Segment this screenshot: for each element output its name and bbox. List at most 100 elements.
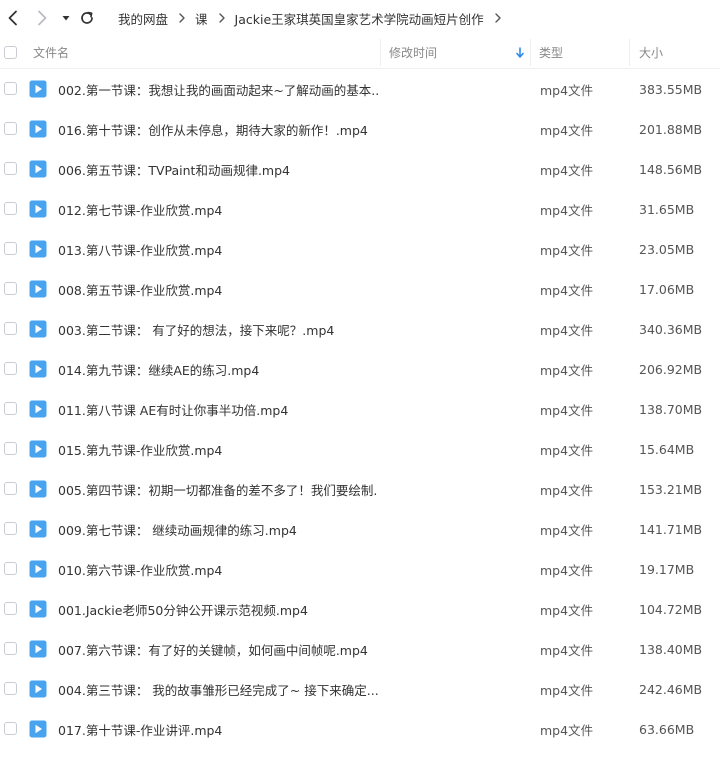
file-row[interactable]: 012.第七节课-作业欣赏.mp4 mp4文件 31.65MB	[0, 189, 720, 229]
column-header-modified[interactable]: 修改时间	[389, 36, 437, 69]
file-row[interactable]: 011.第八节课 AE有时让你事半功倍.mp4 mp4文件 138.70MB	[0, 389, 720, 429]
column-header-size[interactable]: 大小	[639, 36, 663, 69]
file-size: 17.06MB	[639, 281, 695, 297]
file-row[interactable]: 015.第九节课-作业欣赏.mp4 mp4文件 15.64MB	[0, 429, 720, 469]
file-row-checkbox[interactable]	[4, 202, 17, 215]
file-type: mp4文件	[540, 362, 594, 378]
file-type: mp4文件	[540, 162, 594, 178]
file-name[interactable]: 014.第九节课：继续AE的练习.mp4	[58, 349, 378, 389]
file-type: mp4文件	[540, 562, 594, 578]
file-size: 19.17MB	[639, 561, 695, 577]
file-name[interactable]: 001.Jackie老师50分钟公开课示范视频.mp4	[58, 589, 378, 629]
breadcrumb-item-folder[interactable]: 课	[195, 9, 208, 28]
file-size: 153.21MB	[639, 481, 703, 497]
file-type: mp4文件	[540, 322, 594, 338]
column-header-type[interactable]: 类型	[539, 36, 563, 69]
caret-down-icon	[62, 16, 70, 21]
file-size: 148.56MB	[639, 161, 703, 177]
file-name[interactable]: 009.第七节课： 继续动画规律的练习.mp4	[58, 509, 378, 549]
file-name[interactable]: 013.第八节课-作业欣赏.mp4	[58, 229, 378, 269]
file-row-checkbox[interactable]	[4, 362, 17, 375]
file-name[interactable]: 004.第三节课： 我的故事雏形已经完成了~ 接下来确定...	[58, 669, 378, 709]
file-type: mp4文件	[540, 242, 594, 258]
file-row[interactable]: 013.第八节课-作业欣赏.mp4 mp4文件 23.05MB	[0, 229, 720, 269]
refresh-icon	[81, 11, 93, 24]
file-row[interactable]: 003.第二节课： 有了好的想法，接下来呢？.mp4 mp4文件 340.36M…	[0, 309, 720, 349]
breadcrumb-item-root[interactable]: 我的网盘	[118, 9, 168, 28]
refresh-button[interactable]	[77, 8, 97, 28]
file-row-checkbox[interactable]	[4, 722, 17, 735]
file-name[interactable]: 005.第四节课：初期一切都准备的差不多了！我们要绘制...	[58, 469, 378, 509]
file-row-checkbox[interactable]	[4, 282, 17, 295]
file-name[interactable]: 010.第六节课-作业欣赏.mp4	[58, 549, 378, 589]
video-file-icon	[29, 440, 47, 458]
breadcrumb-expand-icon[interactable]	[494, 13, 502, 23]
file-row[interactable]: 002.第一节课：我想让我的画面动起来~了解动画的基本... mp4文件 383…	[0, 69, 720, 109]
file-name[interactable]: 017.第十节课-作业讲评.mp4	[58, 709, 378, 749]
file-type: mp4文件	[540, 202, 594, 218]
file-name[interactable]: 008.第五节课-作业欣赏.mp4	[58, 269, 378, 309]
file-name[interactable]: 002.第一节课：我想让我的画面动起来~了解动画的基本...	[58, 69, 378, 109]
column-resize-handle[interactable]	[380, 39, 381, 66]
video-file-icon	[29, 80, 47, 98]
video-file-icon	[29, 160, 47, 178]
select-all-checkbox[interactable]	[4, 46, 17, 59]
file-name[interactable]: 006.第五节课：TVPaint和动画规律.mp4	[58, 149, 378, 189]
file-name[interactable]: 016.第十节课：创作从未停息，期待大家的新作！.mp4	[58, 109, 378, 149]
file-row-checkbox[interactable]	[4, 562, 17, 575]
file-row[interactable]: 001.Jackie老师50分钟公开课示范视频.mp4 mp4文件 104.72…	[0, 589, 720, 629]
file-row-checkbox[interactable]	[4, 82, 17, 95]
file-type: mp4文件	[540, 82, 594, 98]
file-row-checkbox[interactable]	[4, 242, 17, 255]
file-row-checkbox[interactable]	[4, 402, 17, 415]
file-row-checkbox[interactable]	[4, 482, 17, 495]
video-file-icon	[29, 640, 47, 658]
file-row[interactable]: 005.第四节课：初期一切都准备的差不多了！我们要绘制... mp4文件 153…	[0, 469, 720, 509]
file-name[interactable]: 012.第七节课-作业欣赏.mp4	[58, 189, 378, 229]
file-type: mp4文件	[540, 442, 594, 458]
file-row-checkbox[interactable]	[4, 122, 17, 135]
file-name[interactable]: 003.第二节课： 有了好的想法，接下来呢？.mp4	[58, 309, 378, 349]
column-resize-handle[interactable]	[530, 39, 531, 66]
file-row-checkbox[interactable]	[4, 162, 17, 175]
file-row-checkbox[interactable]	[4, 602, 17, 615]
file-row[interactable]: 008.第五节课-作业欣赏.mp4 mp4文件 17.06MB	[0, 269, 720, 309]
video-file-icon	[29, 200, 47, 218]
history-dropdown-button[interactable]	[56, 8, 76, 28]
video-file-icon	[29, 600, 47, 618]
file-type: mp4文件	[540, 282, 594, 298]
file-size: 23.05MB	[639, 241, 695, 257]
breadcrumb-item-current[interactable]: Jackie王家琪英国皇家艺术学院动画短片创作	[235, 9, 484, 28]
file-row-checkbox[interactable]	[4, 522, 17, 535]
file-row-checkbox[interactable]	[4, 682, 17, 695]
file-row[interactable]: 004.第三节课： 我的故事雏形已经完成了~ 接下来确定... mp4文件 24…	[0, 669, 720, 709]
file-name[interactable]: 007.第六节课：有了好的关键帧，如何画中间帧呢.mp4	[58, 629, 378, 669]
file-row-checkbox[interactable]	[4, 322, 17, 335]
file-row[interactable]: 010.第六节课-作业欣赏.mp4 mp4文件 19.17MB	[0, 549, 720, 589]
sort-indicator[interactable]	[515, 36, 525, 69]
video-file-icon	[29, 480, 47, 498]
file-row-checkbox[interactable]	[4, 642, 17, 655]
file-row[interactable]: 009.第七节课： 继续动画规律的练习.mp4 mp4文件 141.71MB	[0, 509, 720, 549]
file-list-header: 文件名 修改时间 类型 大小	[0, 36, 720, 69]
file-row[interactable]: 006.第五节课：TVPaint和动画规律.mp4 mp4文件 148.56MB	[0, 149, 720, 189]
file-row[interactable]: 007.第六节课：有了好的关键帧，如何画中间帧呢.mp4 mp4文件 138.4…	[0, 629, 720, 669]
file-row[interactable]: 016.第十节课：创作从未停息，期待大家的新作！.mp4 mp4文件 201.8…	[0, 109, 720, 149]
breadcrumb-separator-icon	[179, 13, 185, 23]
file-row-checkbox[interactable]	[4, 442, 17, 455]
file-name[interactable]: 015.第九节课-作业欣赏.mp4	[58, 429, 378, 469]
column-header-name[interactable]: 文件名	[33, 36, 69, 69]
back-button[interactable]	[3, 8, 23, 28]
sort-down-arrow-icon	[516, 46, 524, 58]
file-size: 141.71MB	[639, 521, 703, 537]
file-type: mp4文件	[540, 642, 594, 658]
file-name[interactable]: 011.第八节课 AE有时让你事半功倍.mp4	[58, 389, 378, 429]
file-row[interactable]: 017.第十节课-作业讲评.mp4 mp4文件 63.66MB	[0, 709, 720, 749]
file-size: 340.36MB	[639, 321, 703, 337]
file-type: mp4文件	[540, 602, 594, 618]
forward-button[interactable]	[32, 8, 52, 28]
column-resize-handle[interactable]	[629, 39, 630, 66]
file-size: 242.46MB	[639, 681, 703, 697]
file-row[interactable]: 014.第九节课：继续AE的练习.mp4 mp4文件 206.92MB	[0, 349, 720, 389]
video-file-icon	[29, 240, 47, 258]
